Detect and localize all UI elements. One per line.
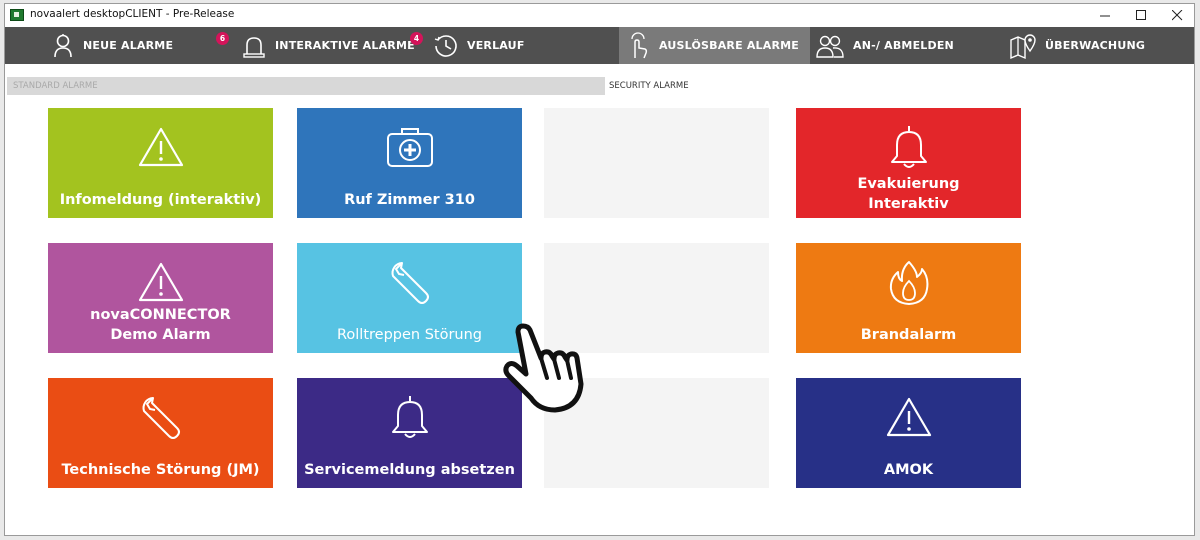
touch-hand-icon [631, 31, 648, 58]
map-pin-icon [1010, 33, 1036, 59]
title-bar: novaalert desktopCLIENT - Pre-Release [5, 4, 1194, 27]
alarm-tile-label: Technische Störung (JM) [61, 462, 260, 478]
wrench-icon [391, 262, 429, 304]
close-icon [1171, 9, 1182, 20]
alarm-tile-amok[interactable]: AMOK [796, 378, 1021, 488]
alarm-tile-label: Ruf Zimmer 310 [344, 192, 475, 208]
nav-label: ÜBERWACHUNG [1045, 39, 1146, 52]
nav-neue-alarme[interactable]: NEUE ALARME [51, 27, 173, 64]
main-navigation: NEUE ALARME 6 INTERAKTIVE ALARME 4 VERLA… [5, 27, 1194, 64]
alarm-tile-label: Rolltreppen Störung [336, 327, 483, 343]
warning-icon [138, 127, 183, 167]
first-aid-kit-icon [386, 128, 433, 167]
nav-verlauf[interactable]: VERLAUF [433, 27, 525, 64]
alarm-tabs: STANDARD ALARME SECURITY ALARME [5, 77, 1194, 95]
app-window: novaalert desktopCLIENT - Pre-Release NE… [4, 3, 1195, 536]
alarm-tile-label: Brandalarm [860, 327, 957, 343]
wrench-icon [142, 397, 180, 439]
warning-icon [138, 262, 183, 302]
alarm-tile-servicemeldung[interactable]: Servicemeldung absetzen [297, 378, 522, 488]
history-count-badge: 4 [410, 32, 423, 45]
empty-tile-slot [544, 108, 769, 218]
nav-label: NEUE ALARME [83, 39, 174, 52]
clock-icon [434, 34, 457, 57]
fire-icon [889, 261, 928, 305]
minimize-button[interactable] [1087, 4, 1123, 26]
alarm-tile-infomeldung[interactable]: Infomeldung (interaktiv) [48, 108, 273, 218]
alarm-tile-label: novaCONNECTOR Demo Alarm [90, 307, 231, 343]
nav-label: INTERAKTIVE ALARME [275, 39, 415, 52]
tab-security-alarme[interactable]: SECURITY ALARME [605, 77, 765, 95]
alarm-tile-technische-stoerung[interactable]: Technische Störung (JM) [48, 378, 273, 488]
warning-icon [886, 397, 931, 437]
alarm-tile-novaconnector[interactable]: novaCONNECTOR Demo Alarm [48, 243, 273, 353]
nav-ausloesbare-alarme[interactable]: AUSLÖSBARE ALARME [619, 27, 810, 64]
close-button[interactable] [1159, 4, 1194, 26]
maximize-icon [1135, 9, 1146, 20]
interactive-alarm-count-badge: 6 [216, 32, 229, 45]
alarm-tile-label: Evakuierung Interaktiv [857, 176, 960, 212]
alarm-tile-label: Servicemeldung absetzen [304, 462, 515, 478]
siren-icon [243, 36, 265, 58]
users-icon [816, 35, 844, 58]
tab-standard-alarme[interactable]: STANDARD ALARME [7, 77, 605, 95]
minimize-icon [1099, 15, 1110, 16]
alarm-tile-rolltreppen[interactable]: Rolltreppen Störung [297, 243, 522, 353]
hand-pointer-cursor-icon [503, 323, 584, 413]
alarm-tile-label: AMOK [883, 462, 934, 478]
nav-label: VERLAUF [467, 39, 525, 52]
nav-ueberwachung[interactable]: ÜBERWACHUNG [1009, 27, 1145, 64]
nav-label: AUSLÖSBARE ALARME [659, 39, 799, 52]
alarm-tile-label: Infomeldung (interaktiv) [59, 192, 262, 208]
nav-label: AN-/ ABMELDEN [853, 39, 954, 52]
siren-person-icon [54, 33, 72, 57]
bell-icon [890, 126, 927, 168]
maximize-button[interactable] [1123, 4, 1159, 26]
app-logo-icon [10, 9, 24, 21]
nav-an-abmelden[interactable]: AN-/ ABMELDEN [815, 27, 954, 64]
alarm-tile-ruf-zimmer[interactable]: Ruf Zimmer 310 [297, 108, 522, 218]
nav-interaktive-alarme[interactable]: INTERAKTIVE ALARME [241, 27, 415, 64]
bell-icon [391, 396, 428, 438]
window-title: novaalert desktopCLIENT - Pre-Release [30, 8, 235, 20]
alarm-tile-brandalarm[interactable]: Brandalarm [796, 243, 1021, 353]
alarm-tile-evakuierung[interactable]: Evakuierung Interaktiv [796, 108, 1021, 218]
